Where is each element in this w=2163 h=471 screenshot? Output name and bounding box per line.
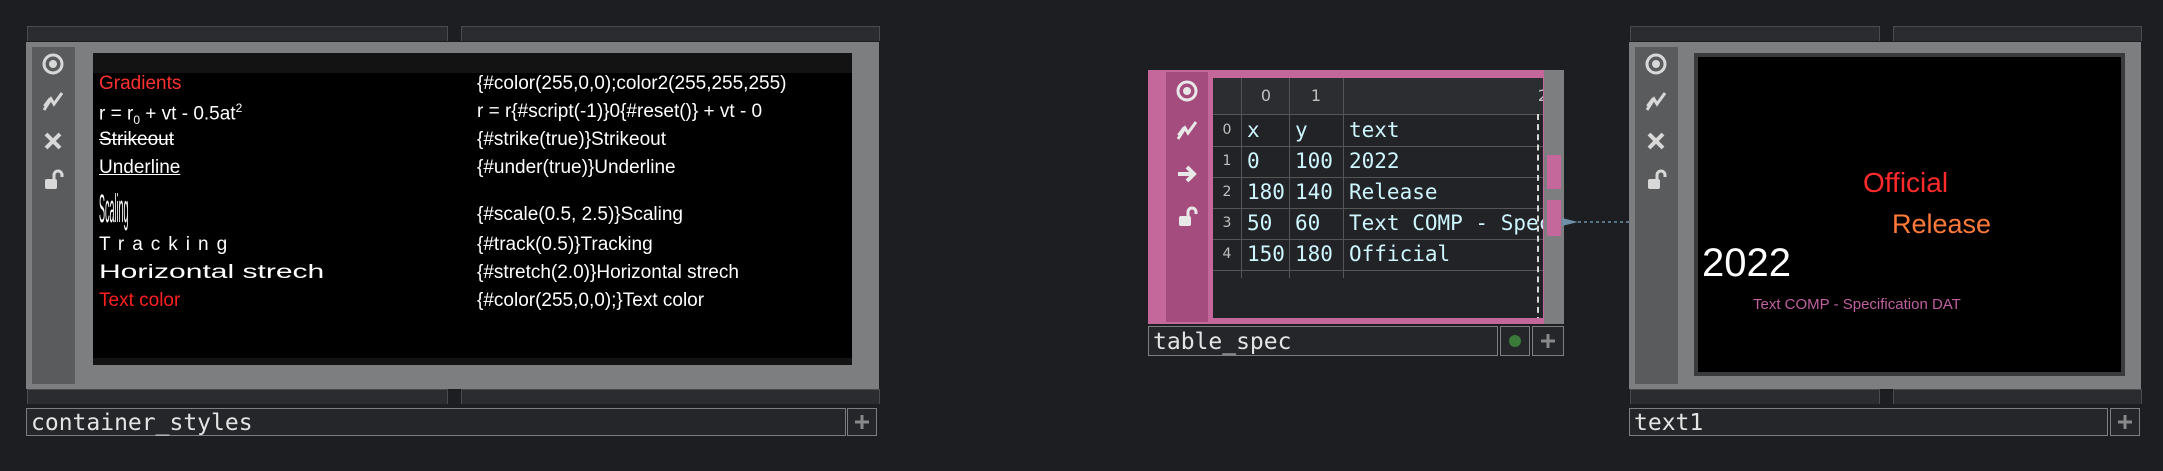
column-header-0[interactable]: 0 [1243,81,1289,111]
table-right-strip [1544,70,1564,324]
add-button[interactable] [1532,326,1564,356]
style-code-scaling: {#scale(0.5, 2.5)}Scaling [477,204,683,225]
row-index: 2 [1222,184,1232,200]
style-code-text-color: {#color(255,0,0);}Text color [477,290,705,311]
node-name-field[interactable]: text1 [1629,408,2108,436]
table-cell[interactable]: 140 [1289,177,1343,208]
node-sidebar [32,47,75,384]
table-edge-dashed [1537,114,1539,318]
render-text-year: 2022 [1702,241,1791,285]
container-viewer[interactable]: Gradients r = r0 + vt - 0.5at2 Strikeout… [93,53,852,365]
table-cell[interactable]: 150 [1241,239,1289,270]
style-code-strikeout: {#strike(true)}Strikeout [477,129,667,150]
table-scroll-thumb[interactable] [1547,155,1561,189]
table-cell[interactable]: 60 [1289,208,1343,239]
style-label-tracking: Tracking [99,234,236,255]
node-bottom-tab-right [461,389,880,404]
pulse-icon[interactable] [36,85,70,119]
add-button[interactable] [847,408,877,436]
row-index: 4 [1222,246,1232,262]
lock-icon[interactable] [1170,200,1204,234]
style-label-gradients: Gradients [99,73,182,94]
table-viewer-toggle[interactable] [1500,326,1530,356]
style-code-tracking: {#track(0.5)}Tracking [477,234,653,255]
add-button[interactable] [2110,408,2140,436]
row-index: 1 [1222,153,1232,169]
text-viewer[interactable]: Official Release 2022 Text COMP - Specif… [1694,53,2125,376]
node-top-tab-right [461,26,880,41]
close-icon[interactable] [1639,124,1673,158]
column-header-2[interactable]: 2 [1343,81,1543,111]
viewer-icon[interactable] [1639,47,1673,81]
table-cell[interactable]: 100 [1289,146,1343,177]
formula-sub: 0 [133,113,140,128]
row-index: 0 [1222,122,1232,138]
formula-main: r = r [99,103,134,125]
style-label-text-color: Text color [99,290,181,311]
plus-icon [1541,334,1555,348]
table-cell[interactable]: 50 [1241,208,1289,239]
viewer-dot-icon [1509,335,1521,347]
table-cell[interactable]: Official [1343,239,1543,270]
pulse-icon[interactable] [1170,114,1204,148]
table-cell[interactable]: 180 [1241,177,1289,208]
style-label-underline: Underline [99,157,181,178]
node-name-field[interactable]: container_styles [26,408,846,436]
formula-sup: 2 [235,101,243,115]
close-icon[interactable] [36,124,70,158]
style-code-gradients: {#color(255,0,0);color2(255,255,255) [477,73,787,94]
lock-icon[interactable] [36,163,70,197]
plus-icon [855,415,869,429]
style-label-formula: r = r0 + vt - 0.5at2 [99,101,242,127]
style-code-horizontal-stretch: {#stretch(2.0)}Horizontal strech [477,262,739,283]
table-cell[interactable]: 180 [1289,239,1343,270]
table-cell[interactable]: x [1241,115,1289,146]
table-cell[interactable]: Release [1343,177,1543,208]
row-index: 3 [1222,215,1232,231]
column-header-1[interactable]: 1 [1289,81,1343,111]
viewer-icon[interactable] [1170,74,1204,108]
viewer-bottom-band [93,358,852,365]
style-code-underline: {#under(true)}Underline [477,157,676,178]
style-label-horizontal-stretch: Horizontal strech [99,262,325,283]
node-top-tab-right [1893,26,2142,41]
table-name-field[interactable]: table_spec [1148,326,1498,356]
table-cell[interactable]: text [1343,115,1543,146]
render-text-official: Official [1863,167,1949,198]
grid-line [1213,270,1543,271]
table-cell[interactable]: y [1289,115,1343,146]
node-bottom-tab-left [27,389,448,404]
style-label-scaling: Scaling [99,187,129,231]
viewer-icon[interactable] [36,47,70,81]
pulse-icon[interactable] [1639,85,1673,119]
render-text-spec: Text COMP - Specification DAT [1753,296,1961,313]
table-sidebar [1166,72,1208,322]
viewer-top-band [93,53,852,73]
table-cell[interactable]: 2022 [1343,146,1543,177]
table-area[interactable]: 0 1 2 0 x y text 1 0 100 2022 2 180 140 [1213,78,1543,318]
style-code-formula: r = r{#script(-1)}0{#reset()} + vt - 0 [477,101,763,122]
node-top-tab-left [27,26,448,41]
node-top-tab-left [1630,26,1880,41]
formula-rest: + vt - 0.5at [140,103,236,125]
table-output-connector[interactable] [1547,200,1561,236]
node-sidebar [1635,47,1678,384]
style-label-strikeout: Strikeout [99,129,174,150]
node-bottom-tab-right [1893,389,2142,404]
lock-icon[interactable] [1639,163,1673,197]
plus-icon [2118,415,2132,429]
node-bottom-tab-left [1630,389,1880,404]
arrow-right-icon[interactable] [1170,157,1204,191]
table-cell[interactable]: 0 [1241,146,1289,177]
table-cell[interactable]: Text COMP - Spec [1343,208,1543,239]
render-text-release: Release [1892,209,1992,239]
